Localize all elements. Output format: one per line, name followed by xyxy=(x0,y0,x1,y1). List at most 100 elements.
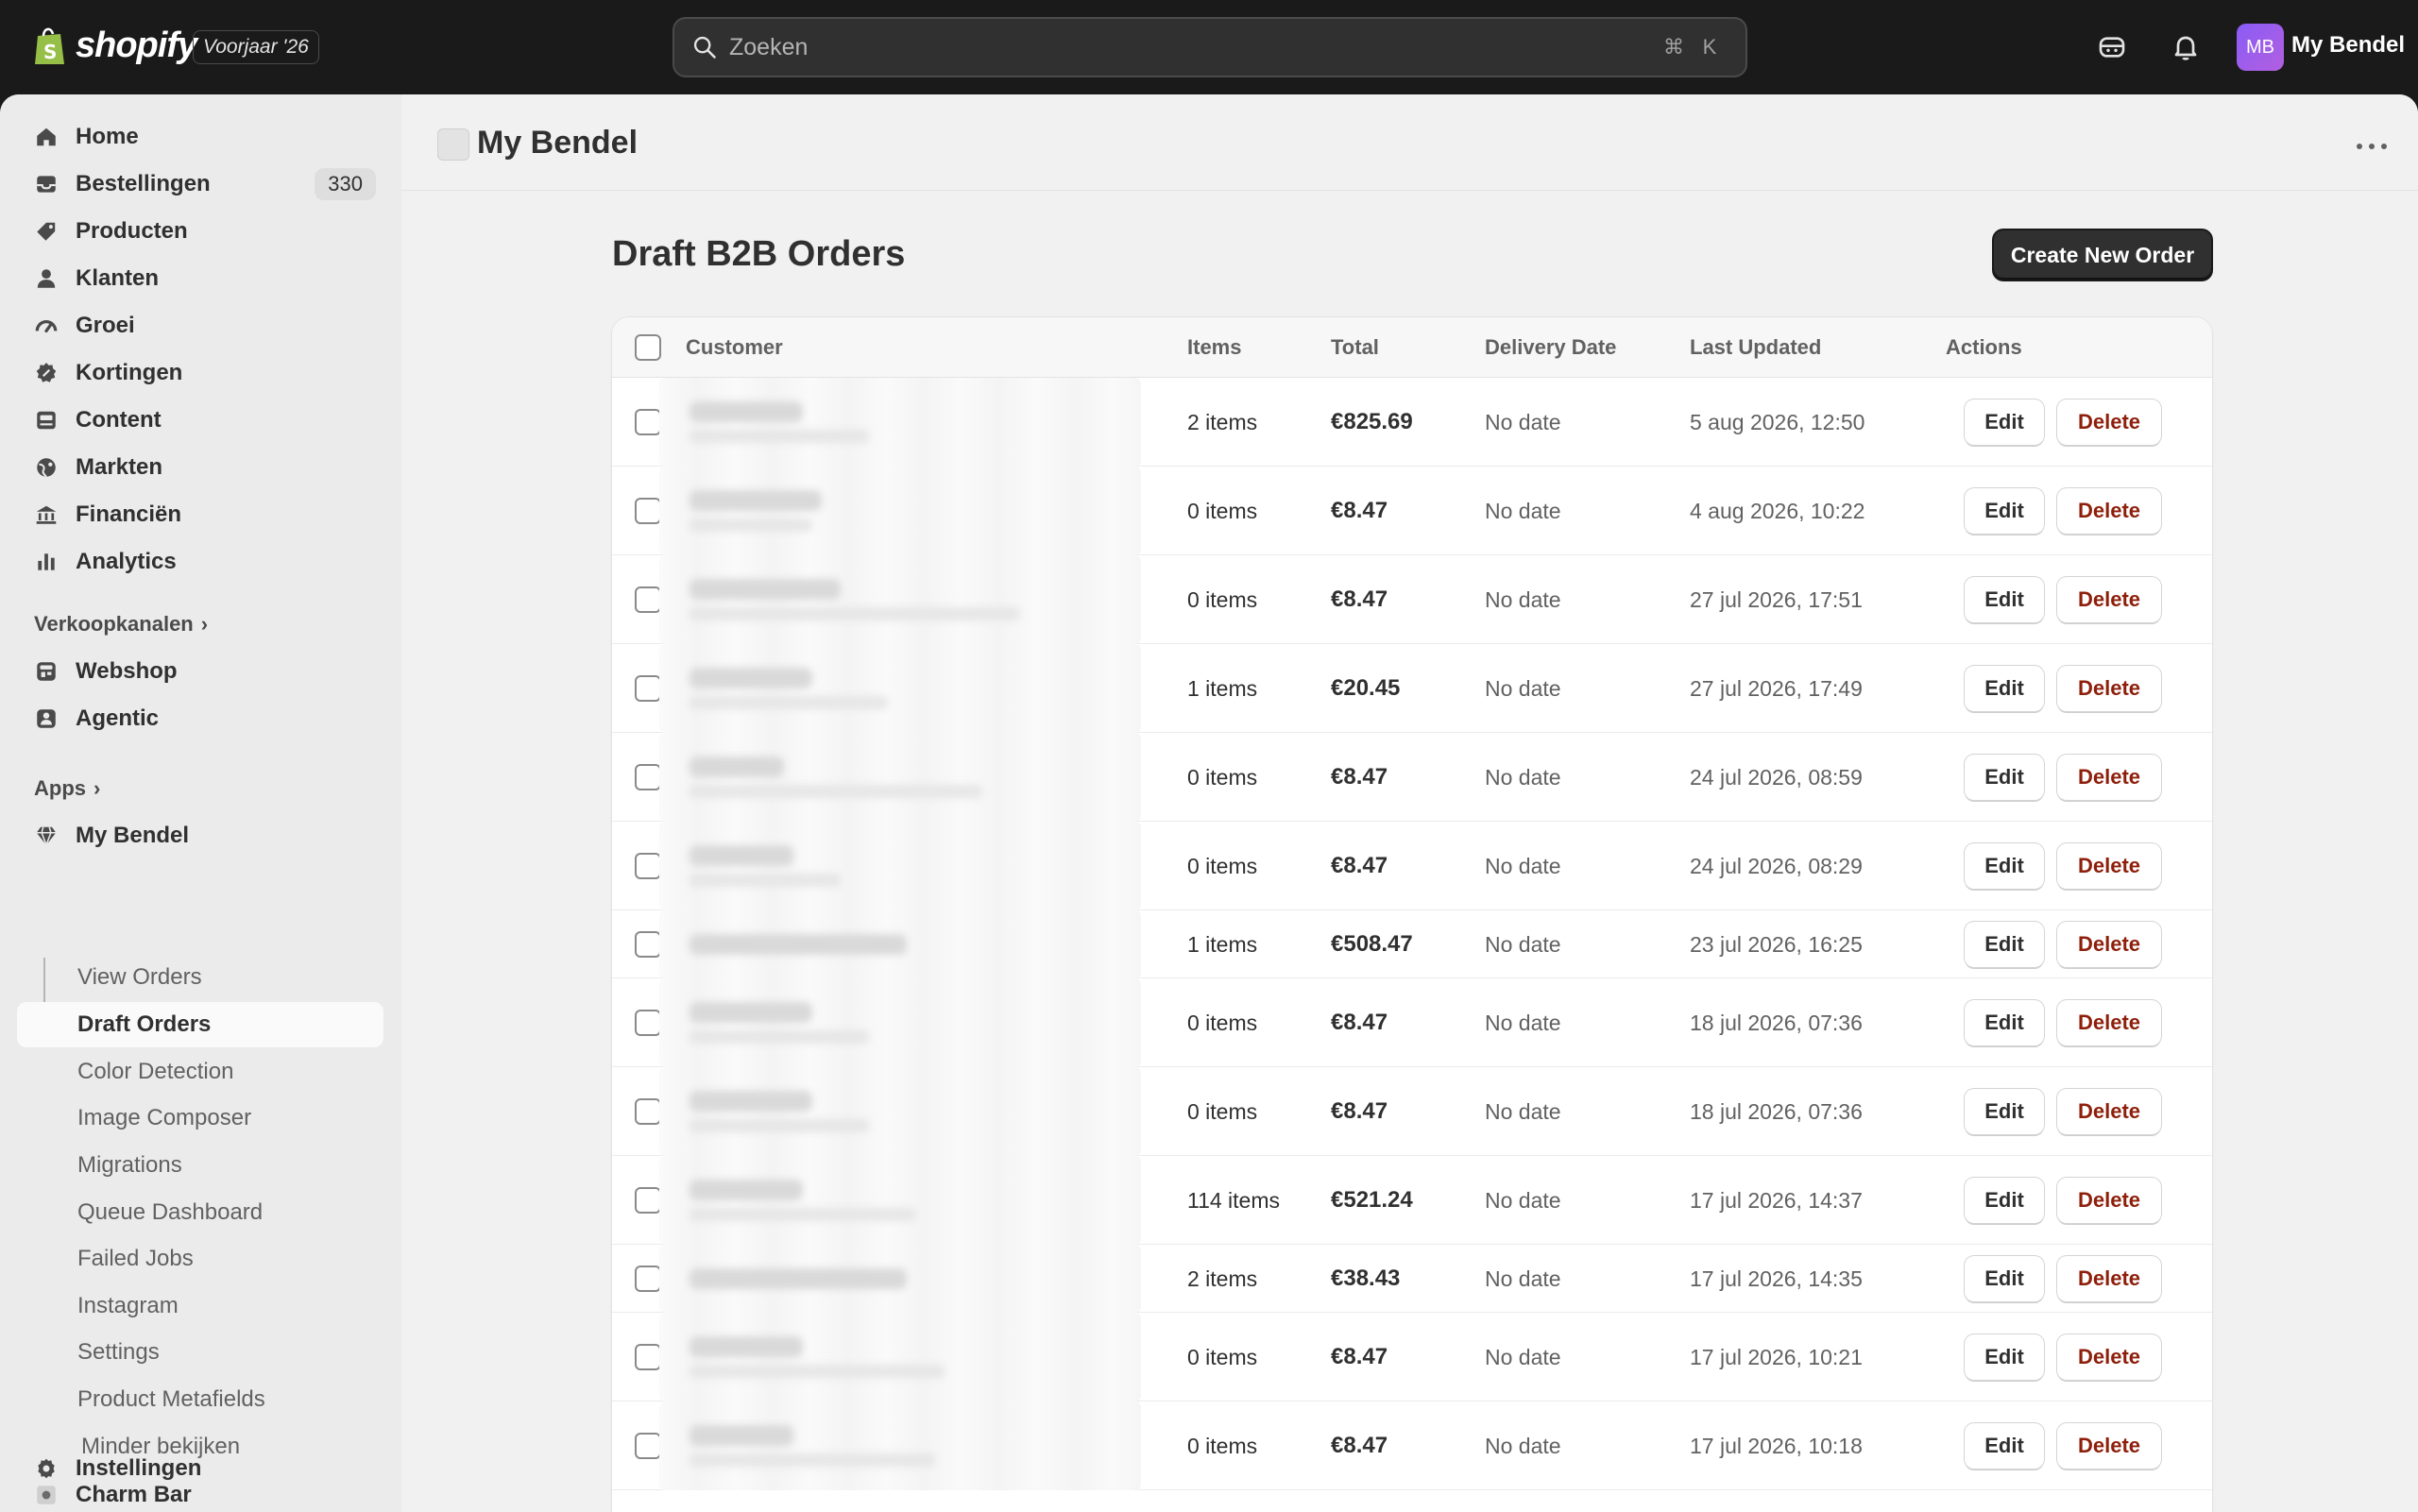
table-row[interactable]: 0 items €8.47 No date 24 jul 2026, 08:59 Edi… xyxy=(612,733,2212,822)
row-checkbox[interactable] xyxy=(635,586,661,613)
row-checkbox[interactable] xyxy=(635,498,661,524)
row-checkbox[interactable] xyxy=(635,1098,661,1125)
row-checkbox[interactable] xyxy=(635,853,661,879)
table-row[interactable]: 0 items €8.47 No date 24 jul 2026, 08:29 Edi… xyxy=(612,822,2212,910)
apps-heading[interactable]: Apps › xyxy=(34,776,100,801)
sidebar-subitem-image-composer[interactable]: Image Composer xyxy=(17,1096,383,1141)
sidebar-subitem-view-orders[interactable]: View Orders xyxy=(17,955,383,1000)
edit-button[interactable]: Edit xyxy=(1965,1178,2044,1223)
sales-channels-heading[interactable]: Verkoopkanalen › xyxy=(34,612,208,637)
edit-button[interactable]: Edit xyxy=(1965,666,2044,711)
sidebar-subitem-migrations[interactable]: Migrations xyxy=(17,1143,383,1188)
sidebar-subitem-color-detection[interactable]: Color Detection xyxy=(17,1049,383,1095)
row-checkbox[interactable] xyxy=(635,675,661,702)
table-row[interactable]: 0 items €8.47 No date 27 jul 2026, 17:51 Edi… xyxy=(612,555,2212,644)
sidebar-item-my-bendel[interactable]: My Bendel xyxy=(17,812,383,859)
delete-button[interactable]: Delete xyxy=(2057,577,2161,622)
edit-button[interactable]: Edit xyxy=(1965,1000,2044,1045)
table-row[interactable]: 114 items €521.24 No date 17 jul 2026, 14:3… xyxy=(612,1156,2212,1245)
edit-button[interactable]: Edit xyxy=(1965,755,2044,800)
edit-button[interactable]: Edit xyxy=(1965,1334,2044,1380)
table-row[interactable]: 2 items €38.43 No date 17 jul 2026, 14:35 Ed… xyxy=(612,1245,2212,1313)
customer-cell-redacted xyxy=(659,644,1141,733)
sidebar-item-markets[interactable]: Markten xyxy=(17,444,383,491)
edit-button[interactable]: Edit xyxy=(1965,1089,2044,1134)
row-checkbox[interactable] xyxy=(635,1010,661,1036)
customer-name-redacted xyxy=(690,1425,793,1446)
store-name[interactable]: My Bendel xyxy=(2291,32,2405,59)
row-checkbox[interactable] xyxy=(635,931,661,958)
column-header-last-updated[interactable]: Last Updated xyxy=(1690,335,1821,360)
sidebar-item-discounts[interactable]: Kortingen xyxy=(17,349,383,397)
select-all-checkbox[interactable] xyxy=(635,334,661,361)
delete-button[interactable]: Delete xyxy=(2057,1178,2161,1223)
delete-button[interactable]: Delete xyxy=(2057,1000,2161,1045)
delete-button[interactable]: Delete xyxy=(2057,1423,2161,1469)
edition-badge[interactable]: Voorjaar '26 xyxy=(193,30,319,64)
sidebar-item-analytics[interactable]: Analytics xyxy=(17,538,383,586)
column-header-items[interactable]: Items xyxy=(1187,335,1241,360)
delete-button[interactable]: Delete xyxy=(2057,922,2161,967)
row-checkbox[interactable] xyxy=(635,409,661,435)
row-checkbox[interactable] xyxy=(635,1187,661,1214)
avatar[interactable]: MB xyxy=(2237,24,2284,71)
shopify-logo[interactable]: S shopify xyxy=(32,25,197,66)
notifications-button[interactable] xyxy=(2167,28,2205,66)
sidebar-item-orders[interactable]: Bestellingen 330 xyxy=(17,161,383,208)
more-actions-icon[interactable] xyxy=(2351,132,2392,161)
table-row[interactable]: 0 items €8.47 No date 17 jul 2026, 10:18 Edi… xyxy=(612,1402,2212,1490)
sidebar-item-finance[interactable]: Financiën xyxy=(17,491,383,538)
sidebar-subitem-draft-orders[interactable]: Draft Orders xyxy=(17,1002,383,1047)
sidebar-item-customers[interactable]: Klanten xyxy=(17,255,383,302)
edit-button[interactable]: Edit xyxy=(1965,577,2044,622)
table-row[interactable]: 1 items €508.47 No date 23 jul 2026, 16:25 E… xyxy=(612,910,2212,978)
sidebar-item-home[interactable]: Home xyxy=(17,113,383,161)
app-title: My Bendel xyxy=(477,125,639,161)
sidebar-item-label: Agentic xyxy=(76,705,160,731)
sidebar-subitem-queue-dashboard[interactable]: Queue Dashboard xyxy=(17,1190,383,1235)
row-checkbox[interactable] xyxy=(635,1433,661,1459)
edit-button[interactable]: Edit xyxy=(1965,1423,2044,1469)
sidebar-subitem-instagram[interactable]: Instagram xyxy=(17,1283,383,1329)
table-row[interactable]: 1 items €20.45 No date 27 jul 2026, 17:49 Ed… xyxy=(612,644,2212,733)
delete-button[interactable]: Delete xyxy=(2057,666,2161,711)
delete-button[interactable]: Delete xyxy=(2057,1256,2161,1301)
sidekick-button[interactable] xyxy=(2093,28,2131,66)
sidebar-item-growth[interactable]: Groei xyxy=(17,302,383,349)
table-row[interactable]: 0 items €8.47 No date 17 jul 2026, 10:21 Edi… xyxy=(612,1313,2212,1402)
create-new-order-button[interactable]: Create New Order xyxy=(1994,230,2211,280)
delete-button[interactable]: Delete xyxy=(2057,1334,2161,1380)
row-checkbox[interactable] xyxy=(635,764,661,790)
edit-button[interactable]: Edit xyxy=(1965,1256,2044,1301)
row-checkbox[interactable] xyxy=(635,1266,661,1292)
edit-button[interactable]: Edit xyxy=(1965,922,2044,967)
edit-button[interactable]: Edit xyxy=(1965,488,2044,534)
table-row[interactable]: 2 items €825.69 No date 5 aug 2026, 12:50 Ed… xyxy=(612,378,2212,467)
table-row[interactable]: 0 items €8.47 No date 18 jul 2026, 07:36 Edi… xyxy=(612,978,2212,1067)
delete-button[interactable]: Delete xyxy=(2057,488,2161,534)
delete-button[interactable]: Delete xyxy=(2057,755,2161,800)
delete-button[interactable]: Delete xyxy=(2057,843,2161,889)
customer-email-redacted xyxy=(690,696,888,709)
sidebar-subitem-settings[interactable]: Settings xyxy=(17,1330,383,1375)
column-header-total[interactable]: Total xyxy=(1331,335,1379,360)
sidebar-item-agentic[interactable]: Agentic xyxy=(17,695,383,742)
edit-button[interactable]: Edit xyxy=(1965,399,2044,445)
sidebar-subitem-failed-jobs[interactable]: Failed Jobs xyxy=(17,1236,383,1282)
edit-button[interactable]: Edit xyxy=(1965,843,2044,889)
sidebar-item-products[interactable]: Producten xyxy=(17,208,383,255)
sidebar-item-settings[interactable]: Instellingen xyxy=(17,1445,383,1492)
bank-icon xyxy=(32,501,60,529)
search-bar[interactable]: Zoeken ⌘ K xyxy=(673,17,1747,77)
column-header-customer[interactable]: Customer xyxy=(686,335,783,360)
delete-button[interactable]: Delete xyxy=(2057,399,2161,445)
sidebar-item-content[interactable]: Content xyxy=(17,397,383,444)
sidebar-subitem-product-metafields[interactable]: Product Metafields xyxy=(17,1377,383,1422)
table-row[interactable]: 0 items €8.47 No date 4 aug 2026, 10:22 Edit… xyxy=(612,467,2212,555)
sidebar-item-webshop[interactable]: Webshop xyxy=(17,648,383,695)
shopify-bag-icon: S xyxy=(35,27,64,64)
delete-button[interactable]: Delete xyxy=(2057,1089,2161,1134)
row-checkbox[interactable] xyxy=(635,1344,661,1370)
table-row[interactable]: 0 items €8.47 No date 18 jul 2026, 07:36 Edi… xyxy=(612,1067,2212,1156)
column-header-delivery-date[interactable]: Delivery Date xyxy=(1485,335,1616,360)
